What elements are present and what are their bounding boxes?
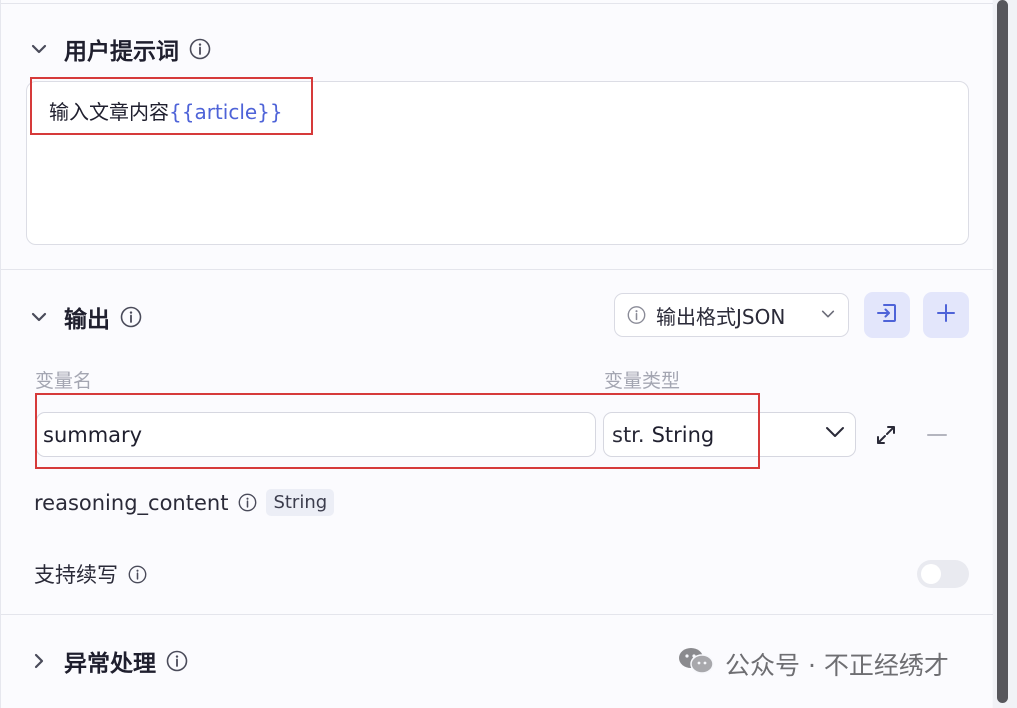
chevron-right-icon[interactable] — [28, 650, 50, 672]
plus-icon — [935, 302, 957, 328]
variable-name-input[interactable] — [36, 412, 596, 457]
prompt-text: 输入文章内容 — [49, 100, 169, 124]
chevron-down-icon — [820, 303, 836, 327]
info-icon[interactable] — [238, 493, 257, 512]
user-prompt-editor[interactable]: 输入文章内容{{article}} — [26, 81, 969, 245]
column-label-name: 变量名 — [35, 370, 93, 392]
info-icon[interactable] — [120, 306, 142, 328]
info-icon[interactable] — [166, 650, 188, 672]
output-format-label: 输出格式JSON — [656, 304, 786, 329]
continue-writing-toggle[interactable] — [917, 560, 969, 588]
reasoning-content-name: reasoning_content — [34, 490, 229, 515]
output-section-title: 输出 — [64, 307, 110, 333]
expand-icon[interactable] — [874, 423, 898, 451]
section-divider — [1, 269, 993, 270]
import-icon — [875, 301, 899, 329]
error-section-title: 异常处理 — [64, 651, 156, 677]
prompt-variable-token: {{article}} — [169, 100, 283, 124]
variable-type-select[interactable]: str. String — [603, 412, 856, 457]
continue-writing-label: 支持续写 — [34, 563, 118, 587]
output-format-select[interactable]: 输出格式JSON — [614, 293, 849, 337]
variable-type-value: String — [651, 422, 715, 447]
import-button[interactable] — [864, 292, 910, 338]
type-prefix: str. — [612, 422, 645, 447]
chevron-down-icon — [823, 420, 847, 449]
info-icon[interactable] — [189, 38, 211, 60]
watermark: 公众号 · 不正经绣才 — [677, 646, 949, 682]
toggle-knob — [921, 564, 941, 584]
top-divider — [1, 3, 993, 4]
info-icon[interactable] — [128, 565, 147, 584]
watermark-text: 公众号 · 不正经绣才 — [725, 651, 949, 680]
info-icon — [627, 306, 646, 325]
node-config-panel: 用户提示词 输入文章内容{{article}} 输出 输出格式JSON 变量名 … — [0, 0, 993, 708]
reasoning-content-row: reasoning_content String — [34, 489, 335, 516]
chevron-down-icon[interactable] — [28, 306, 50, 328]
wechat-icon — [677, 646, 715, 682]
minus-icon[interactable] — [926, 423, 948, 451]
type-tag: String — [266, 489, 335, 516]
prompt-section-header: 用户提示词 — [28, 32, 211, 66]
error-section-header: 异常处理 — [28, 644, 188, 678]
output-section-header: 输出 — [28, 300, 142, 334]
scrollbar-thumb[interactable] — [997, 0, 1008, 703]
add-variable-button[interactable] — [923, 292, 969, 338]
section-divider — [1, 614, 993, 615]
prompt-section-title: 用户提示词 — [64, 39, 179, 65]
chevron-down-icon[interactable] — [28, 38, 50, 60]
column-label-type: 变量类型 — [604, 370, 681, 392]
continue-writing-row: 支持续写 — [34, 559, 147, 589]
